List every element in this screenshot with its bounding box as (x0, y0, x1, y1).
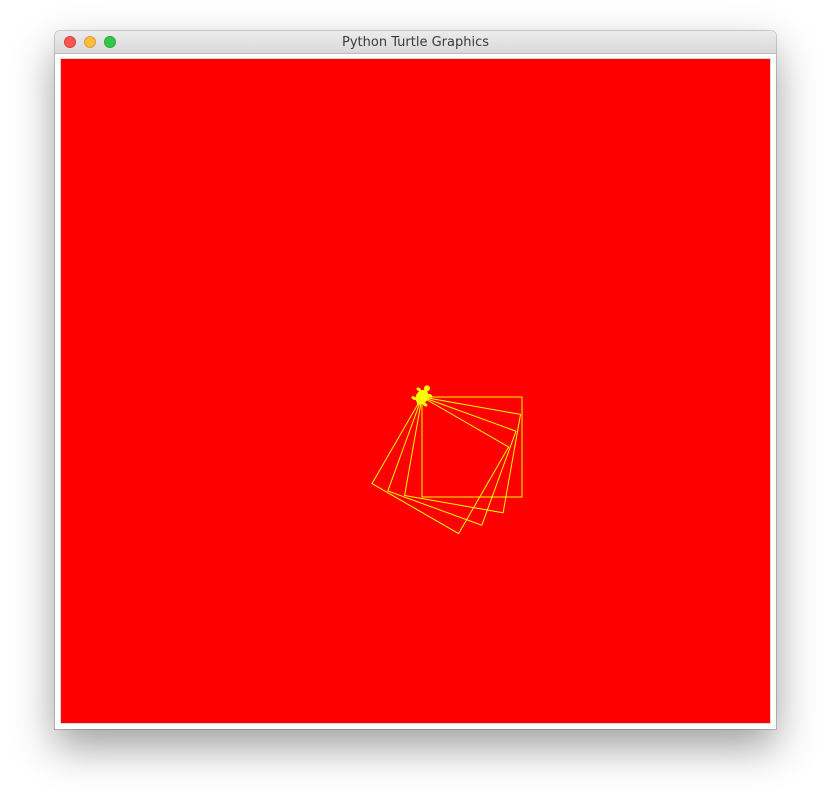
turtle-icon (411, 385, 433, 407)
turtle-drawing (371, 385, 523, 535)
drawn-square (371, 396, 510, 535)
drawn-square (387, 396, 517, 526)
turtle-canvas[interactable] (60, 58, 771, 724)
turtle-window: Python Turtle Graphics (55, 31, 776, 729)
window-title: Python Turtle Graphics (342, 35, 489, 50)
drawn-squares (371, 396, 523, 535)
title-bar[interactable]: Python Turtle Graphics (55, 31, 776, 54)
